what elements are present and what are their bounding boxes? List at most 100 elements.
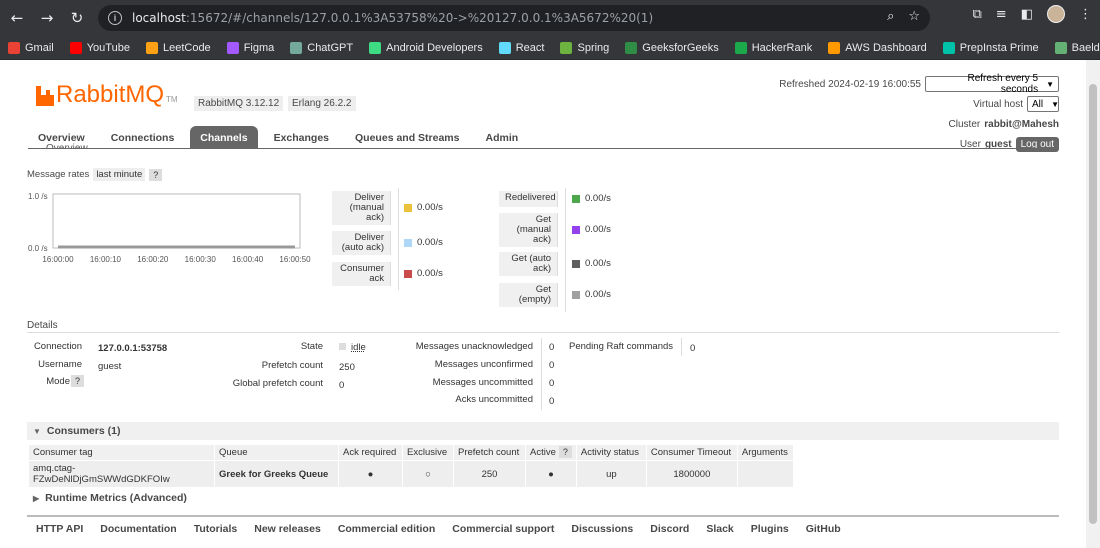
consumer-tag-cell: amq.ctag-FZwDeNlDjGmSWWdGDKFOIw [28,460,215,488]
consumers-section-toggle[interactable]: ▼ Consumers (1) [27,422,1059,440]
bookmark-item[interactable]: GeeksforGeeks [625,41,719,54]
bookmark-favicon-icon [8,41,20,54]
rabbitmq-logo-icon [36,86,54,106]
rabbitmq-logo[interactable]: RabbitMQ TM [36,83,178,107]
footer-link[interactable]: Tutorials [194,523,238,535]
footer-link[interactable]: Plugins [751,523,789,535]
state-value: idle [339,342,366,353]
side-panel-icon[interactable]: ◧ [1021,7,1033,22]
address-bar[interactable]: i localhost:15672/#/channels/127.0.0.1%3… [98,5,930,31]
mode-help-button[interactable]: ? [71,375,85,387]
tab-admin[interactable]: Admin [475,126,528,148]
help-button[interactable]: ? [149,168,163,181]
tab-channels[interactable]: Channels [190,126,258,148]
connection-value[interactable]: 127.0.0.1:53758 [98,343,167,354]
details-label: Details [27,320,58,331]
bookmark-label: HackerRank [751,41,813,54]
footer-link[interactable]: GitHub [806,523,841,535]
tab-queues-and-streams[interactable]: Queues and Streams [345,126,469,148]
x-tick-label: 16:00:30 [185,255,217,264]
message-rates-label: Message rates [27,169,90,180]
footer-link[interactable]: Slack [706,523,733,535]
bookmark-favicon-icon [625,41,638,54]
zoom-icon[interactable]: ⌕ [887,9,894,24]
site-info-icon[interactable]: i [108,11,122,25]
menu-kebab-icon[interactable]: ⋮ [1079,7,1092,22]
media-icon[interactable]: ≡ [996,7,1007,22]
series-swatch [572,225,580,234]
message-rates-header: Message rates last minute ? [27,168,163,181]
bookmark-item[interactable]: AWS Dashboard [828,41,927,54]
reload-icon[interactable]: ↻ [64,5,90,31]
rate-value-text: 0.00/s [417,268,443,279]
footer-link[interactable]: Discussions [571,523,633,535]
bookmark-item[interactable]: ChatGPT [290,41,353,54]
acks-uncommitted-value: 0 [549,396,555,407]
forward-arrow-icon[interactable]: → [34,5,60,31]
active-help-button[interactable]: ? [558,446,572,458]
range-chip[interactable]: last minute [93,168,146,181]
uncommitted-label: Messages uncommitted [432,377,533,388]
series-swatch [404,269,412,278]
unacked-value: 0 [549,342,555,353]
unacked-label: Messages unacknowledged [415,341,533,352]
bookmark-item[interactable]: Spring [560,41,609,54]
browser-toolbar: ← → ↻ i localhost:15672/#/channels/127.0… [0,0,1100,36]
bookmark-item[interactable]: React [498,41,544,54]
bookmark-item[interactable]: HackerRank [734,41,813,54]
runtime-metrics-toggle[interactable]: ▶ Runtime Metrics (Advanced) [27,489,427,507]
rate-label-box: Deliver (manual ack) [332,191,391,225]
refresh-select[interactable]: Refresh every 5 seconds ▼ [925,73,1059,95]
bookmark-item[interactable]: LeetCode [145,41,211,54]
rate-value-text: 0.00/s [585,289,611,300]
rate-label-line: ack) [533,234,551,245]
rabbitmq-version: RabbitMQ 3.12.12 [194,96,284,111]
rate-value: 0.00/s [404,268,443,279]
prefetch-label: Prefetch count [261,360,323,371]
footer-link[interactable]: Documentation [100,523,176,535]
bookmark-favicon-icon [145,41,158,54]
cluster-value: rabbit@Mahesh [984,118,1059,130]
column-header-label: Prefetch count [458,447,520,458]
rate-value: 0.00/s [572,258,611,269]
bookmark-item[interactable]: PrepInsta Prime [942,41,1039,54]
url-text[interactable]: localhost:15672/#/channels/127.0.0.1%3A5… [132,11,653,25]
bookmark-item[interactable]: YouTube [69,41,130,54]
bookmark-item[interactable]: Gmail [8,41,54,54]
back-arrow-icon[interactable]: ← [4,5,30,31]
bookmark-label: GeeksforGeeks [642,41,719,54]
scrollbar-thumb[interactable] [1089,84,1097,524]
column-header-label: Activity status [580,447,639,458]
logout-button[interactable]: Log out [1015,136,1059,152]
connection-label: Connection [33,341,82,352]
tab-connections[interactable]: Connections [101,126,185,148]
footer-link[interactable]: Commercial support [452,523,554,535]
column-header-label: Consumer tag [33,447,93,458]
y-tick-label: 1.0 /s [28,192,48,201]
caret-right-icon: ▶ [33,493,40,503]
bookmark-star-icon[interactable]: ☆ [908,9,920,24]
ack-required-cell: ● [338,460,403,488]
queue-link[interactable]: Greek for Greeks Queue [214,460,339,488]
footer-link[interactable]: New releases [254,523,321,535]
consumers-table: Consumer tag Queue Ack required Exclusive Pr… [28,444,794,488]
bookmark-label: Gmail [25,41,54,54]
bookmark-item[interactable]: Figma [226,41,274,54]
details-divider [27,332,1059,333]
page-scrollbar[interactable] [1086,60,1100,548]
rate-label-box: Consumer ack [332,262,391,286]
footer-link[interactable]: HTTP API [36,523,83,535]
extensions-icon[interactable]: ⧉ [973,7,982,22]
column-header: Exclusive [402,444,454,461]
bookmark-item[interactable]: Android Developers [369,41,483,54]
tab-exchanges[interactable]: Exchanges [264,126,339,148]
profile-avatar[interactable] [1047,5,1065,23]
footer-link[interactable]: Commercial edition [338,523,435,535]
footer-link[interactable]: Discord [650,523,689,535]
bookmark-item[interactable]: Baeldung [1054,41,1100,54]
rate-label-line: ack [369,273,384,284]
consumers-title: Consumers (1) [46,425,121,437]
rate-value: 0.00/s [572,224,611,235]
column-header: Arguments [736,444,794,461]
vhost-select[interactable]: All ▼ [1027,96,1059,112]
